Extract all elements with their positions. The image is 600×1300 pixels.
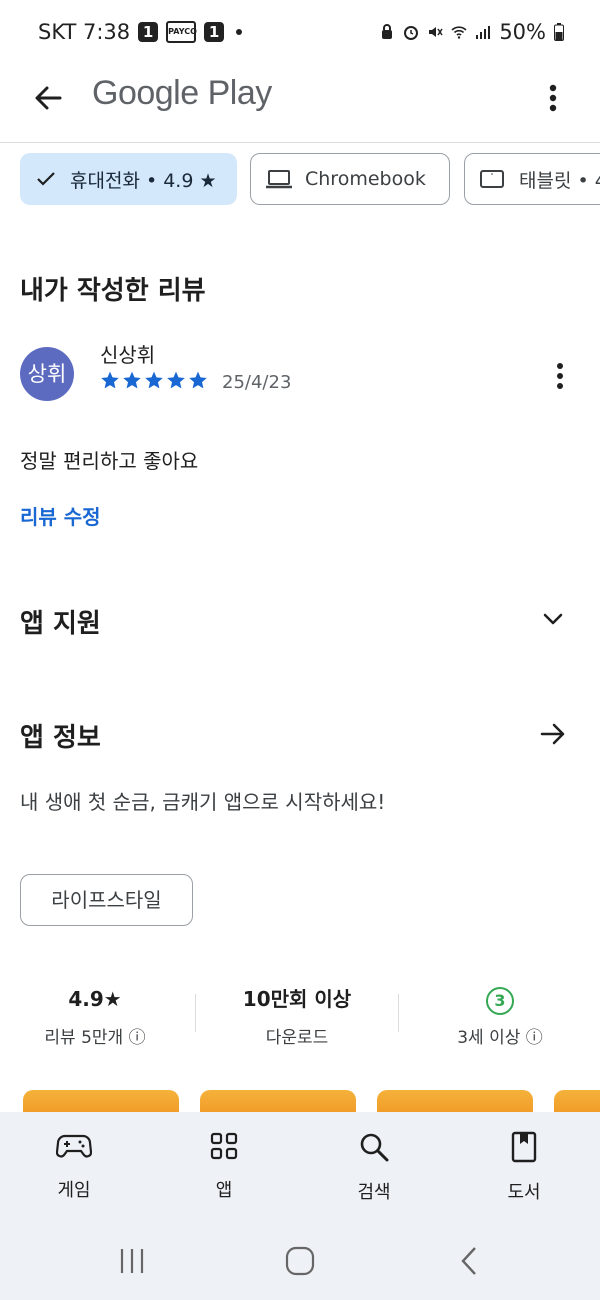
stat-divider [195,994,196,1032]
device-filter-chips: 휴대전화 • 4.9 ★ Chromebook 태블릿 • 4 [0,153,600,209]
chevron-down-icon[interactable] [538,604,568,634]
review-more-icon[interactable] [546,358,574,394]
review-body: 정말 편리하고 좋아요 [20,449,199,473]
battery-level: 50% [499,20,546,44]
about-app-heading[interactable]: 앱 정보 [20,717,101,754]
app-description: 내 생애 첫 순금, 금캐기 앱으로 시작하세요! [20,790,386,814]
notification-badge: 1 [204,22,225,42]
my-review-heading: 내가 작성한 리뷰 [20,276,206,306]
search-icon [360,1133,389,1162]
laptop-icon [266,170,292,189]
stat-age-rating: 3 3세 이상 ⓘ [420,985,580,1048]
book-icon [511,1131,537,1163]
stat-rating: 4.9★ 리뷰 5만개 ⓘ [15,985,175,1048]
star-icon [145,371,163,389]
nav-games[interactable]: 게임 [24,1130,124,1202]
status-bar: SKT 7:38 1 PAYCO 1 50% [0,0,600,62]
chip-phone[interactable]: 휴대전화 • 4.9 ★ [20,153,237,205]
more-notifications-dot [236,29,243,35]
recent-apps-icon[interactable] [118,1246,146,1276]
wifi-icon [451,26,467,39]
arrow-right-icon[interactable] [538,719,568,749]
star-icon [167,371,185,389]
chip-chromebook[interactable]: Chromebook [250,153,450,205]
app-title: Google Play [92,74,272,112]
stat-value: 10만회 이상 [242,987,352,1011]
notification-badge: 1 [138,22,159,42]
system-back-icon[interactable] [455,1245,483,1277]
alarm-icon [404,26,419,40]
stat-label: 3세 이상 ⓘ [457,1028,543,1048]
stat-value: 4.9★ [68,987,122,1011]
chip-label: Chromebook [305,168,426,190]
stat-downloads: 10만회 이상 다운로드 [217,985,377,1048]
review-author: 신상휘 [100,343,156,367]
nav-apps[interactable]: 앱 [174,1130,274,1202]
chip-label: 휴대전화 • 4.9 ★ [70,169,217,192]
star-icon [123,371,141,389]
tablet-icon [480,170,504,188]
nav-label: 검색 [357,1182,391,1203]
star-icon [101,371,119,389]
chip-label: 태블릿 • 4 [519,169,600,192]
battery-icon [554,23,564,41]
nav-label: 앱 [215,1180,233,1201]
edit-review-link[interactable]: 리뷰 수정 [20,501,101,530]
category-tag[interactable]: 라이프스타일 [20,874,193,926]
avatar: 상휘 [20,347,74,401]
nav-books[interactable]: 도서 [474,1130,574,1204]
nav-label: 도서 [507,1182,541,1203]
gamepad-icon [56,1134,92,1158]
lock-icon [382,24,393,39]
more-options-icon[interactable] [536,78,570,118]
signal-icon [476,26,491,39]
nav-label: 게임 [57,1180,91,1201]
star-icon [189,371,207,389]
apps-grid-icon [210,1132,238,1160]
stat-label: 다운로드 [265,1028,329,1048]
app-support-heading[interactable]: 앱 지원 [20,603,101,640]
home-icon[interactable] [284,1245,316,1277]
check-icon [37,172,55,186]
back-arrow-icon[interactable] [28,78,68,118]
app-bar: Google Play [0,62,600,143]
mute-icon [429,27,443,37]
system-navigation-bar [0,1232,600,1300]
payco-icon: PAYCO [166,21,197,43]
nav-search[interactable]: 검색 [324,1130,424,1204]
bottom-navigation: 게임 앱 검색 도서 [0,1112,600,1232]
age-rating-badge: 3 [486,987,514,1015]
stat-label: 리뷰 5만개 ⓘ [44,1028,146,1048]
stat-divider [398,994,399,1032]
review-date: 25/4/23 [222,372,292,393]
review-rating-stars [100,370,208,390]
carrier-time: SKT 7:38 [38,20,131,44]
chip-tablet[interactable]: 태블릿 • 4 [464,153,600,205]
